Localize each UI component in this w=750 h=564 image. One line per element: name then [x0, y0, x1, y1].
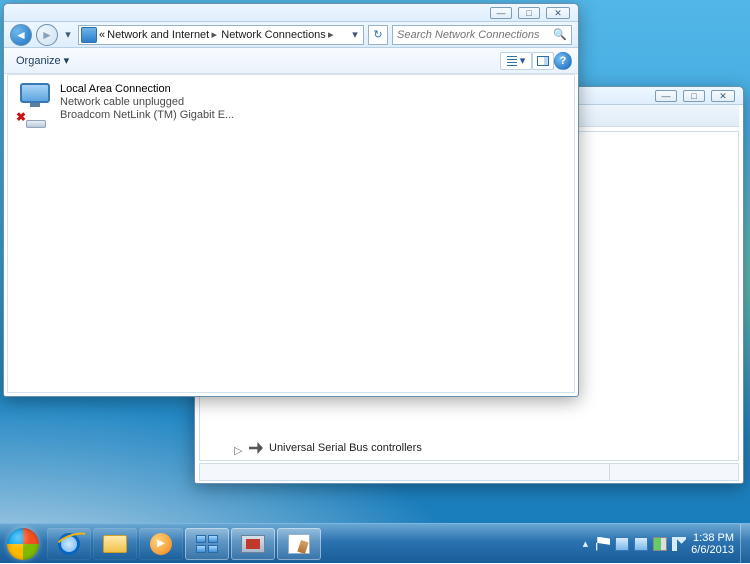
ie-icon	[58, 533, 80, 555]
connection-status: Network cable unplugged	[60, 96, 234, 109]
maximize-button[interactable]: □	[683, 90, 705, 102]
expand-icon[interactable]: ▷	[234, 444, 243, 453]
clock-date: 6/6/2013	[691, 544, 734, 556]
show-desktop-button[interactable]	[740, 524, 750, 564]
connection-name: Local Area Connection	[60, 83, 234, 96]
minimize-button[interactable]: —	[490, 7, 512, 19]
refresh-button[interactable]: ↻	[368, 25, 388, 45]
toolbar: Organize ▾ ▾ ?	[4, 48, 578, 74]
chevron-down-icon: ▾	[520, 54, 526, 67]
minimize-button[interactable]: —	[655, 90, 677, 102]
titlebar[interactable]: — □ ✕	[4, 4, 578, 22]
windows-orb-icon	[7, 528, 39, 560]
toolbox-icon	[241, 535, 265, 553]
chevron-right-icon[interactable]: ▸	[326, 28, 336, 41]
usb-icon	[249, 442, 263, 454]
items-pane[interactable]: ✖ Local Area Connection Network cable un…	[7, 74, 575, 393]
network-icon-2[interactable]	[634, 537, 648, 551]
location-icon	[81, 27, 97, 43]
clock[interactable]: 1:38 PM 6/6/2013	[691, 532, 738, 556]
history-dropdown[interactable]: ▾	[62, 28, 74, 41]
views-button[interactable]: ▾	[500, 52, 532, 70]
error-x-icon: ✖	[16, 110, 26, 124]
connection-icon: ✖	[16, 83, 54, 122]
address-bar[interactable]: « Network and Internet ▸ Network Connect…	[78, 25, 364, 45]
connection-item[interactable]: ✖ Local Area Connection Network cable un…	[8, 75, 288, 130]
power-icon[interactable]	[653, 537, 667, 551]
search-box[interactable]: 🔍	[392, 25, 572, 45]
folder-icon	[103, 535, 127, 553]
back-button[interactable]: ◄	[10, 24, 32, 46]
grid-icon	[196, 535, 218, 553]
breadcrumb-overflow[interactable]: «	[99, 29, 105, 41]
chevron-down-icon: ▾	[64, 54, 70, 67]
taskbar: ▴ 1:38 PM 6/6/2013	[0, 523, 750, 563]
connection-device: Broadcom NetLink (TM) Gigabit E...	[60, 109, 234, 122]
taskbar-pinned-ie[interactable]	[47, 528, 91, 560]
clock-time: 1:38 PM	[691, 532, 734, 544]
volume-icon[interactable]	[672, 537, 686, 551]
paint-icon	[288, 534, 310, 554]
plug-icon	[26, 120, 46, 128]
forward-button[interactable]: ►	[36, 24, 58, 46]
taskbar-running-window2[interactable]	[231, 528, 275, 560]
chevron-right-icon[interactable]: ▸	[209, 28, 219, 41]
organize-menu[interactable]: Organize ▾	[10, 52, 75, 69]
taskbar-pinned-mediaplayer[interactable]	[139, 528, 183, 560]
tree-item-label: Universal Serial Bus controllers	[269, 442, 422, 454]
search-input[interactable]	[397, 29, 553, 41]
network-icon[interactable]	[615, 537, 629, 551]
start-button[interactable]	[0, 524, 46, 564]
status-bar	[199, 463, 739, 481]
close-button[interactable]: ✕	[711, 90, 735, 102]
taskbar-pinned-explorer[interactable]	[93, 528, 137, 560]
preview-pane-button[interactable]	[532, 52, 554, 70]
tray-overflow-button[interactable]: ▴	[580, 537, 592, 550]
organize-label: Organize	[16, 55, 61, 67]
maximize-button[interactable]: □	[518, 7, 540, 19]
help-button[interactable]: ?	[554, 52, 572, 70]
address-row: ◄ ► ▾ « Network and Internet ▸ Network C…	[4, 22, 578, 48]
flag-icon[interactable]	[596, 537, 610, 551]
tree-item-usb-controllers[interactable]: ▷ Universal Serial Bus controllers	[234, 442, 422, 454]
breadcrumb-level2[interactable]: Network Connections	[221, 29, 326, 41]
system-tray: ▴ 1:38 PM 6/6/2013	[578, 532, 740, 556]
address-dropdown[interactable]: ▾	[349, 28, 361, 41]
mediaplayer-icon	[150, 533, 172, 555]
close-button[interactable]: ✕	[546, 7, 570, 19]
taskbar-running-paint[interactable]	[277, 528, 321, 560]
network-connections-window: — □ ✕ ◄ ► ▾ « Network and Internet ▸ Net…	[3, 3, 579, 397]
breadcrumb-level1[interactable]: Network and Internet	[107, 29, 209, 41]
search-icon[interactable]: 🔍	[553, 28, 567, 41]
taskbar-running-window1[interactable]	[185, 528, 229, 560]
